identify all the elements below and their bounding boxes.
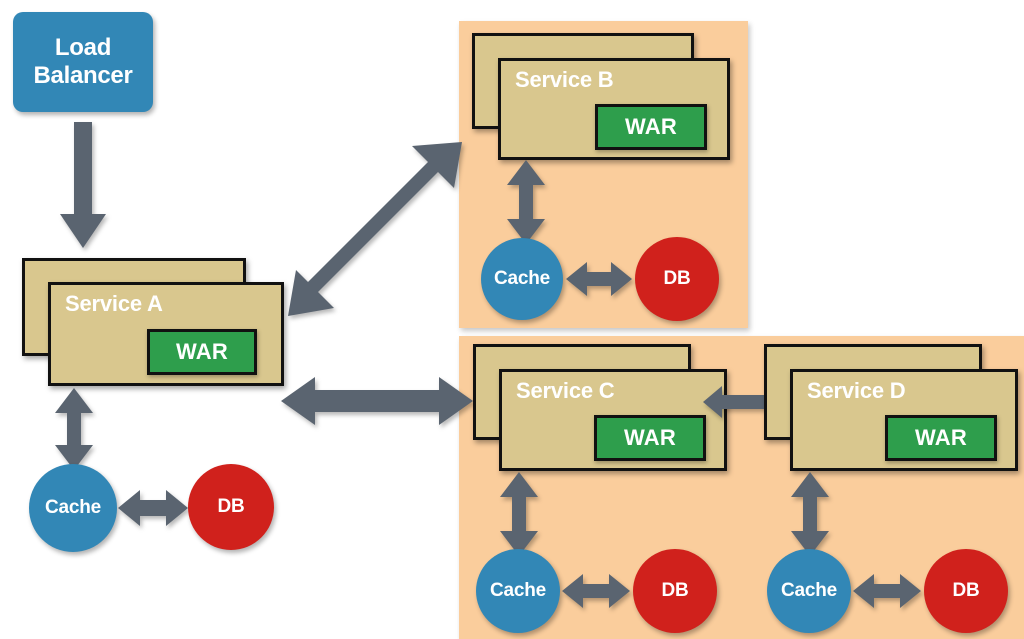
cache-node-service-b[interactable]: Cache <box>481 238 563 320</box>
service-b-war-artifact[interactable]: WAR <box>595 104 707 150</box>
architecture-diagram: Load Balancer Service A WAR Cache DB Ser… <box>0 0 1024 639</box>
arrow-service-a-to-service-c <box>281 377 473 425</box>
db-label-service-c: DB <box>661 580 689 601</box>
db-node-service-c[interactable]: DB <box>633 549 717 633</box>
cache-label-service-b: Cache <box>493 268 551 289</box>
service-c-group: Service C WAR <box>473 344 727 471</box>
load-balancer-box[interactable]: Load Balancer <box>13 12 153 112</box>
service-b-war-label: WAR <box>625 114 677 139</box>
service-d-war-artifact[interactable]: WAR <box>885 415 997 461</box>
arrow-cache-to-db-service-a <box>118 490 188 526</box>
db-label-service-b: DB <box>663 268 691 289</box>
service-a-war-label: WAR <box>176 339 228 364</box>
arrow-service-a-to-cache <box>55 388 93 470</box>
db-node-service-d[interactable]: DB <box>924 549 1008 633</box>
db-node-service-b[interactable]: DB <box>635 237 719 321</box>
cache-node-service-c[interactable]: Cache <box>476 549 560 633</box>
cache-node-service-d[interactable]: Cache <box>767 549 851 633</box>
db-label-service-d: DB <box>952 580 980 601</box>
service-c-war-label: WAR <box>624 425 676 450</box>
service-a-card-front[interactable]: Service A WAR <box>48 282 284 386</box>
db-node-service-a[interactable]: DB <box>188 464 274 550</box>
service-d-war-label: WAR <box>915 425 967 450</box>
arrow-load-balancer-to-service-a <box>60 122 106 248</box>
service-d-label: Service D <box>807 378 906 403</box>
service-c-card-front[interactable]: Service C WAR <box>499 369 727 471</box>
load-balancer-label-line1: Load <box>54 34 112 62</box>
db-label-service-a: DB <box>217 496 245 517</box>
arrow-service-a-to-service-b <box>288 142 462 316</box>
service-b-card-front[interactable]: Service B WAR <box>498 58 730 160</box>
cache-node-service-a[interactable]: Cache <box>29 464 117 552</box>
load-balancer-label-line2: Balancer <box>33 62 133 89</box>
service-c-label: Service C <box>516 378 615 403</box>
service-a-label: Service A <box>65 291 163 316</box>
service-d-card-front[interactable]: Service D WAR <box>790 369 1018 471</box>
service-a-war-artifact[interactable]: WAR <box>147 329 257 375</box>
cache-label-service-a: Cache <box>44 497 102 518</box>
service-c-war-artifact[interactable]: WAR <box>594 415 706 461</box>
cache-label-service-c: Cache <box>489 580 547 601</box>
cache-label-service-d: Cache <box>780 580 838 601</box>
service-b-group: Service B WAR <box>472 33 730 160</box>
service-d-group: Service D WAR <box>764 344 1018 471</box>
service-b-label: Service B <box>515 67 614 92</box>
service-a-group: Service A WAR <box>22 258 284 386</box>
